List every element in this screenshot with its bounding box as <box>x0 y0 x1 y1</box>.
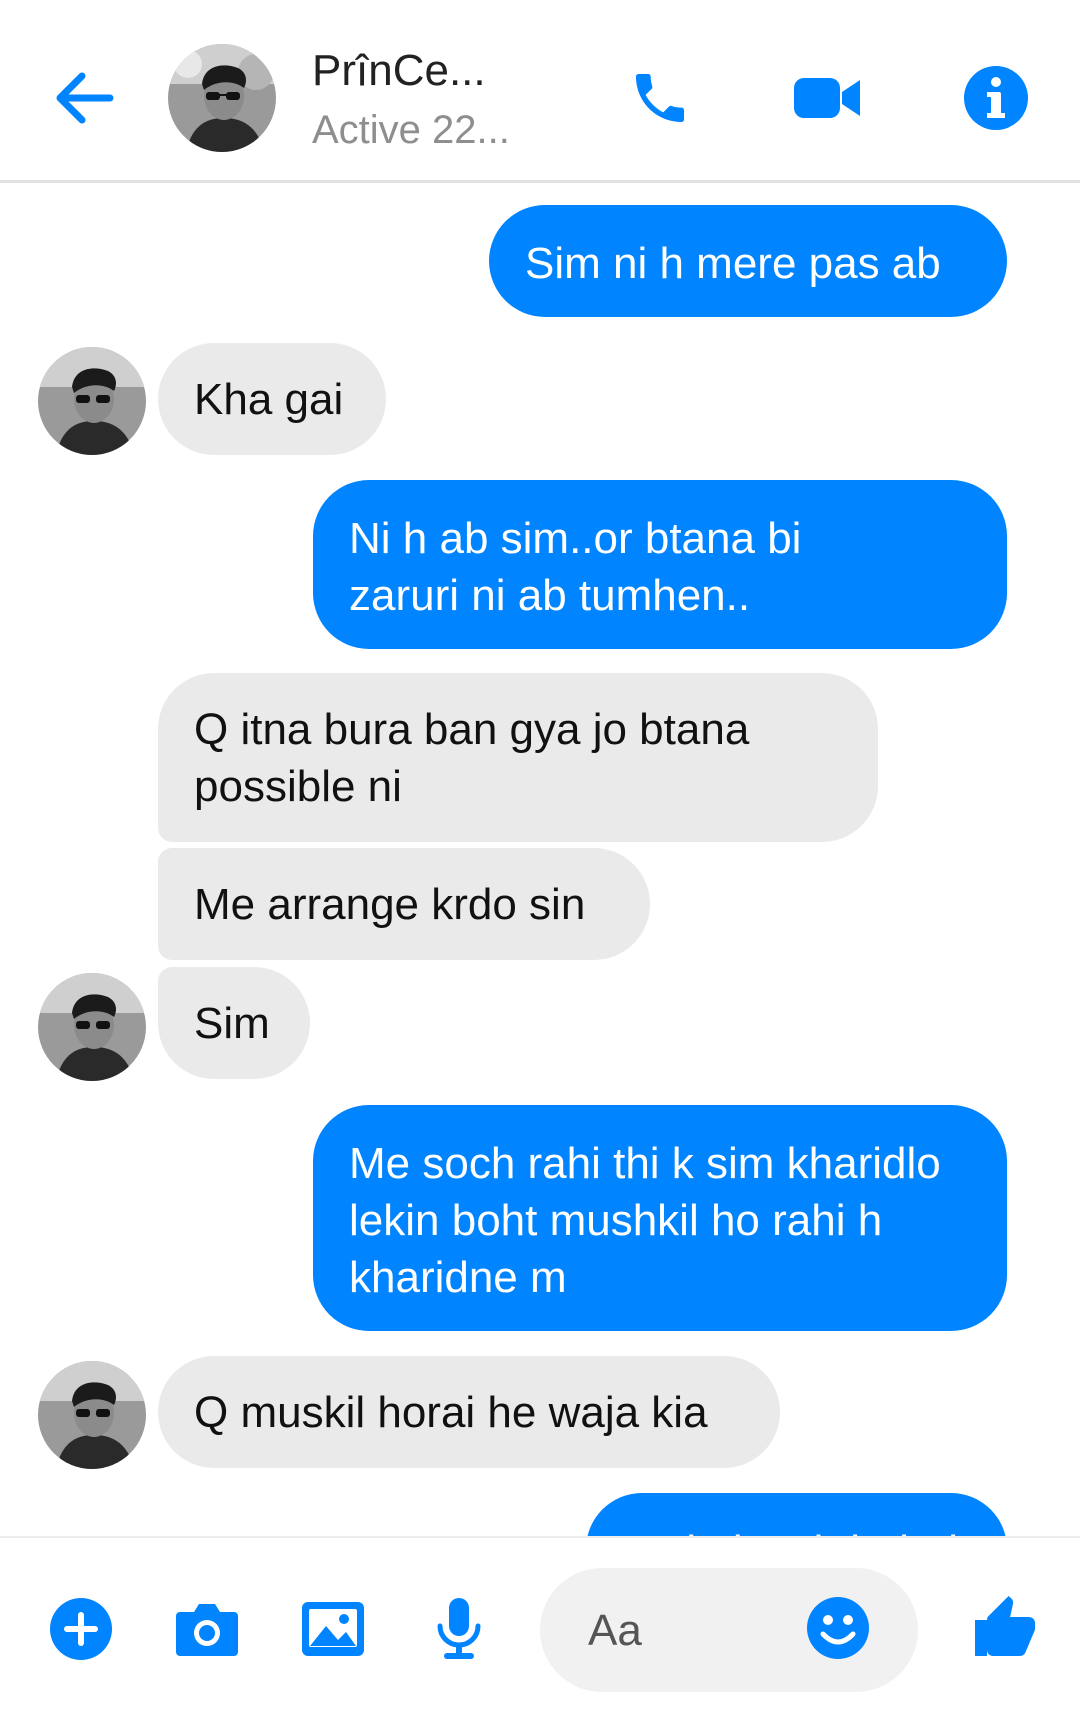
video-call-button[interactable] <box>790 60 866 136</box>
plus-icon <box>50 1598 112 1660</box>
message-bubble-incoming[interactable]: Me arrange krdo sin <box>158 848 650 960</box>
more-actions-button[interactable] <box>46 1594 116 1664</box>
image-icon <box>302 1602 364 1656</box>
message-bubble-incoming[interactable]: Q itna bura ban gya jo btana possible ni <box>158 673 878 842</box>
phone-icon <box>636 74 684 122</box>
message-input[interactable] <box>586 1600 810 1662</box>
message-bubble-outgoing[interactable]: Sim ni h mere pas ab <box>489 205 1007 317</box>
back-arrow-icon <box>56 72 114 124</box>
message-bubble-outgoing[interactable]: Me soch rahi thi k sim kharidlo lekin bo… <box>313 1105 1007 1331</box>
info-button[interactable] <box>958 60 1034 136</box>
message-composer <box>0 1536 1080 1719</box>
message-bubble-incoming[interactable]: Sim <box>158 967 310 1079</box>
message-bubble-outgoing[interactable]: Ni h ab sim..or btana bi zaruri ni ab tu… <box>313 480 1007 649</box>
contact-avatar-small[interactable] <box>38 347 146 455</box>
emoji-icon <box>807 1597 869 1659</box>
camera-button[interactable] <box>172 1594 242 1664</box>
message-bubble-incoming[interactable]: Kha gai <box>158 343 386 455</box>
message-input-container[interactable] <box>540 1568 918 1692</box>
gallery-button[interactable] <box>298 1594 368 1664</box>
contact-avatar-small[interactable] <box>38 1361 146 1469</box>
message-thread[interactable]: Sim ni h mere pas ab Kha gai Ni h ab sim… <box>0 183 1080 1536</box>
like-button[interactable] <box>962 1586 1048 1672</box>
message-bubble-incoming[interactable]: Q muskil horai he waja kia <box>158 1356 780 1468</box>
contact-avatar-small[interactable] <box>38 973 146 1081</box>
voice-call-button[interactable] <box>622 60 698 136</box>
video-camera-icon <box>794 78 860 118</box>
back-button[interactable] <box>48 62 118 132</box>
thumbs-up-icon <box>975 1596 1035 1656</box>
contact-avatar[interactable] <box>168 44 276 152</box>
message-bubble-outgoing[interactable]: Waja kya h boht h... <box>586 1493 1007 1536</box>
conversation-header: PrînCe... Active 22... <box>0 0 1080 183</box>
contact-name[interactable]: PrînCe... <box>312 46 486 96</box>
camera-icon <box>176 1604 238 1656</box>
active-status: Active 22... <box>312 108 510 152</box>
info-icon <box>964 66 1028 130</box>
voice-message-button[interactable] <box>424 1594 494 1664</box>
emoji-button[interactable] <box>806 1596 876 1666</box>
microphone-icon <box>437 1598 481 1659</box>
